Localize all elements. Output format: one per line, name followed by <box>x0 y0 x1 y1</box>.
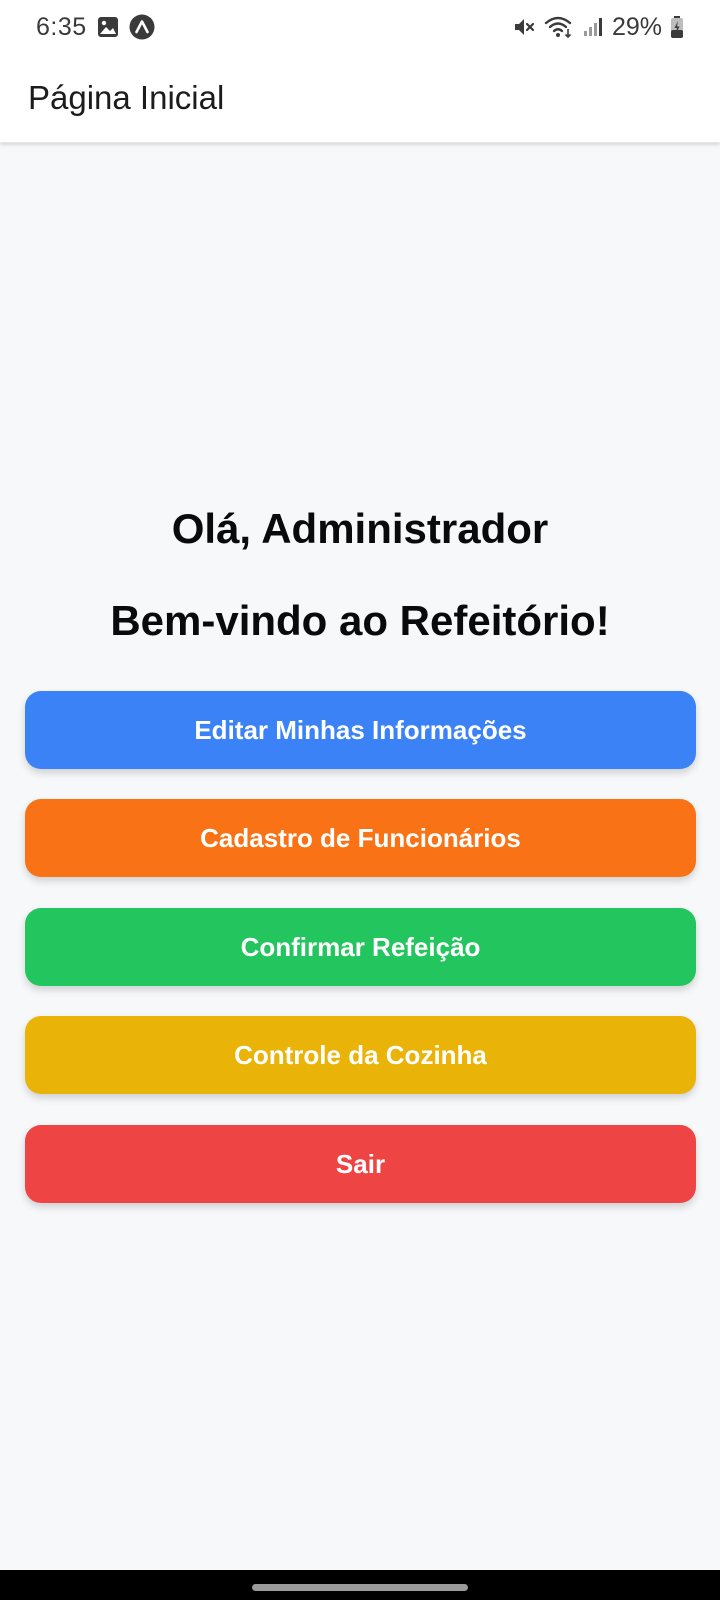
wifi-icon <box>544 15 574 39</box>
edit-my-info-button[interactable]: Editar Minhas Informações <box>25 691 696 769</box>
home-gesture-handle[interactable] <box>252 1584 468 1591</box>
status-right: 29% <box>512 13 684 42</box>
status-time: 6:35 <box>36 12 87 41</box>
main-content: Olá, Administrador Bem-vindo ao Refeitór… <box>0 143 720 1570</box>
app-a-icon <box>129 14 155 40</box>
battery-charging-icon <box>670 15 684 39</box>
page-title: Página Inicial <box>28 79 225 116</box>
confirm-meal-button[interactable]: Confirmar Refeição <box>25 908 696 986</box>
greeting-heading: Olá, Administrador <box>171 505 549 552</box>
logout-button[interactable]: Sair <box>25 1125 696 1203</box>
image-icon <box>97 16 119 38</box>
navigation-bar <box>0 1570 720 1600</box>
kitchen-control-button[interactable]: Controle da Cozinha <box>25 1016 696 1094</box>
signal-icon <box>582 16 604 38</box>
app-bar: Página Inicial <box>0 54 720 143</box>
status-left: 6:35 <box>36 13 155 42</box>
screen: 6:35 29% Página Inicial Olá, Administrad… <box>0 0 720 1600</box>
welcome-heading: Bem-vindo ao Refeitório! <box>110 597 610 644</box>
status-bar: 6:35 29% <box>0 0 720 54</box>
battery-percent: 29% <box>611 12 662 41</box>
employee-registration-button[interactable]: Cadastro de Funcionários <box>25 799 696 877</box>
mute-icon <box>512 15 536 39</box>
